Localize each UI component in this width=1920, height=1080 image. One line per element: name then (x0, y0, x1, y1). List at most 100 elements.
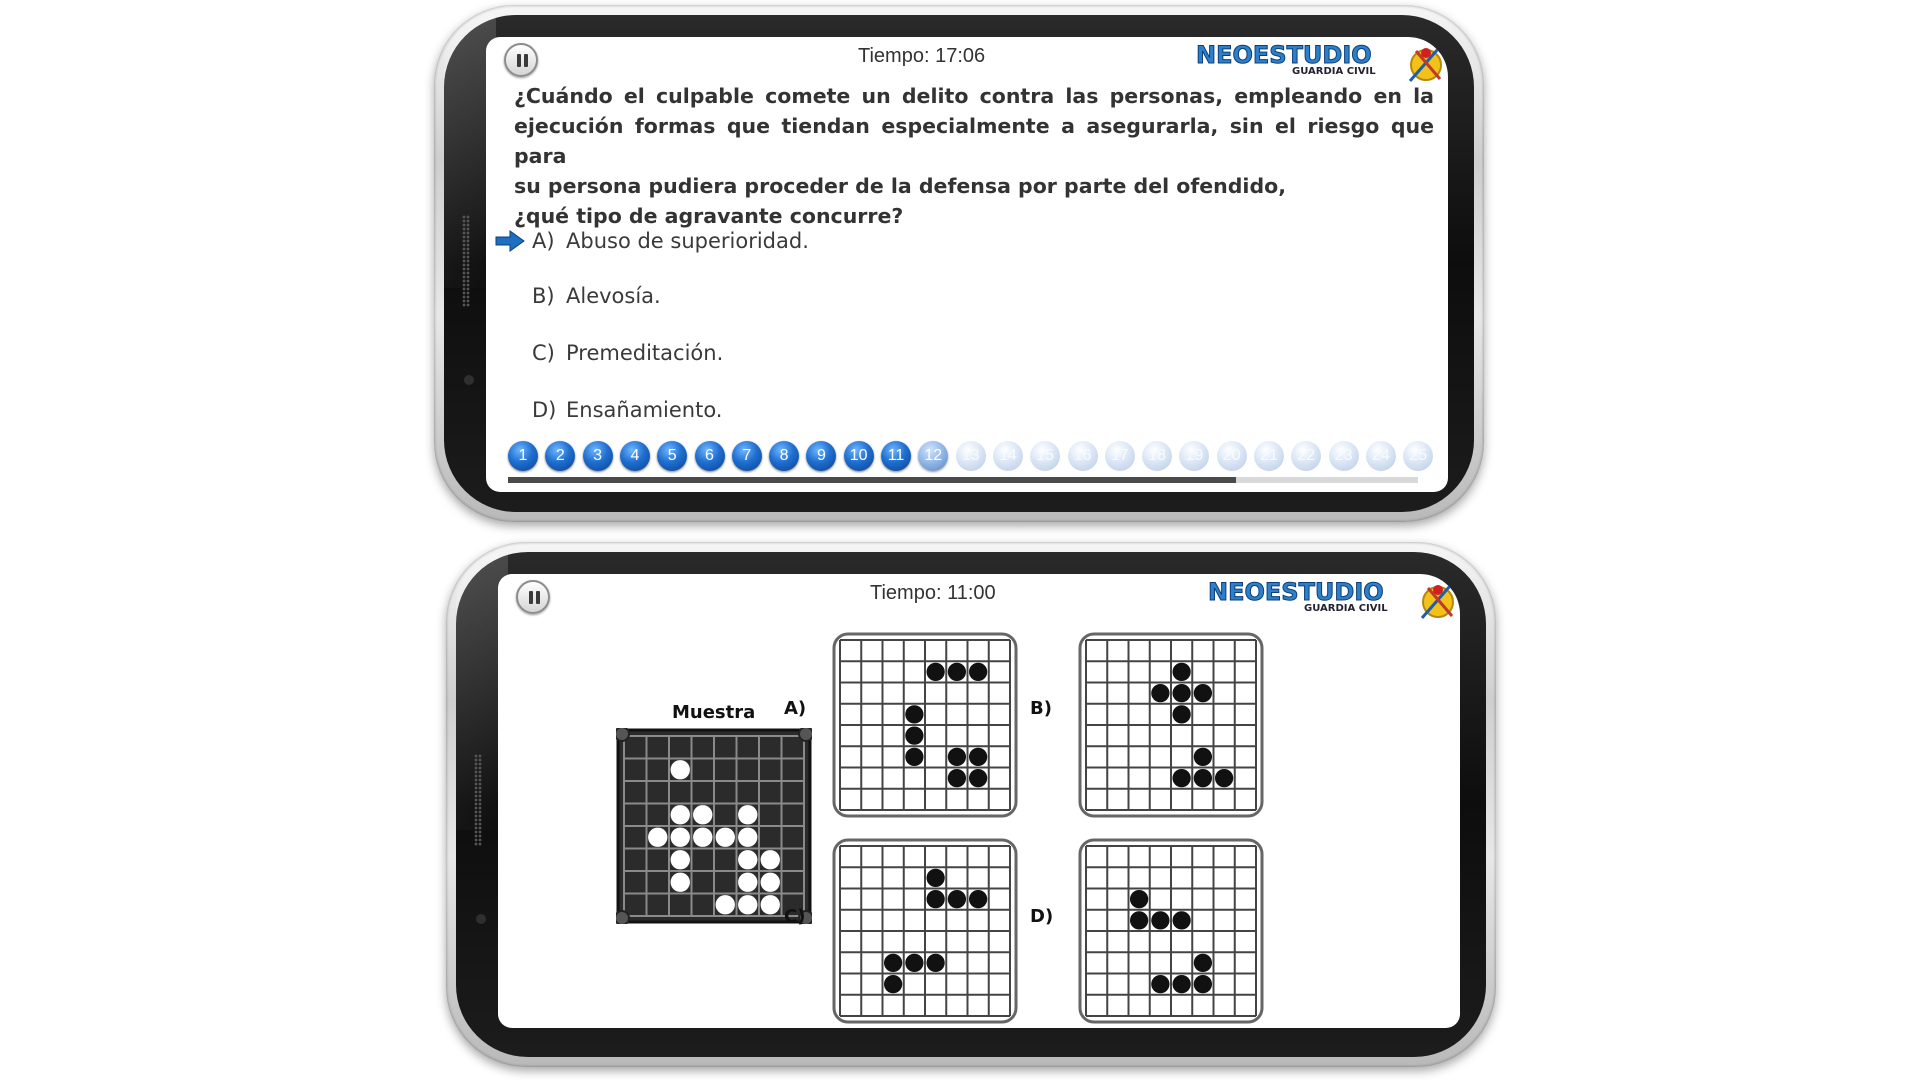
option-board-c[interactable] (832, 838, 1018, 1024)
board-dot (715, 827, 735, 847)
option-board-d[interactable] (1078, 838, 1264, 1024)
board-dot (947, 747, 967, 767)
board-dot (670, 760, 690, 780)
question-number-20[interactable]: 20 (1216, 441, 1247, 471)
question-line: ¿qué tipo de agravante concurre? (514, 204, 904, 228)
answer-option-c[interactable]: C) Premeditación. (532, 341, 723, 365)
question-number-6[interactable]: 6 (694, 441, 725, 471)
board-dot (1193, 768, 1213, 788)
board-dot (738, 850, 758, 870)
question-number-14[interactable]: 14 (992, 441, 1023, 471)
board-dot (715, 895, 735, 915)
answer-letter: B) (532, 284, 555, 308)
question-number-7[interactable]: 7 (731, 441, 762, 471)
question-number-16[interactable]: 16 (1067, 441, 1098, 471)
board-dot (883, 953, 903, 973)
board-dot (738, 895, 758, 915)
timer-label: Tiempo: (870, 582, 942, 604)
corner-bolt-icon (616, 728, 630, 742)
logo-subtitle: GUARDIA CIVIL (1304, 603, 1388, 614)
emblem-icon (1408, 48, 1442, 82)
timer: Tiempo: 17:06 (858, 45, 985, 68)
question-number-24[interactable]: 24 (1365, 441, 1396, 471)
question-number-13[interactable]: 13 (955, 441, 986, 471)
question-number-11[interactable]: 11 (881, 441, 911, 471)
option-board-a[interactable] (832, 632, 1018, 818)
board-dot (760, 872, 780, 892)
question-number-10[interactable]: 10 (843, 441, 874, 471)
board-dot (905, 705, 924, 724)
progress-track (508, 477, 1418, 483)
question-number-3[interactable]: 3 (582, 441, 613, 471)
question-number-15[interactable]: 15 (1030, 441, 1061, 471)
board-dot (738, 805, 758, 825)
timer-value: 17:06 (935, 45, 986, 67)
option-board-b[interactable] (1078, 632, 1264, 818)
board-dot (1172, 911, 1191, 930)
board-dot (1172, 768, 1191, 788)
answer-letter: C) (532, 341, 555, 365)
board-dot (883, 974, 903, 994)
question-number-12[interactable]: 12 (918, 441, 949, 471)
board-dot (926, 662, 945, 682)
timer-value: 11:00 (947, 582, 996, 604)
board-dot (926, 868, 945, 888)
progress-track-fill (508, 477, 1236, 483)
answer-option-a[interactable]: A) Abuso de superioridad. (532, 229, 809, 253)
question-number-5[interactable]: 5 (657, 441, 688, 471)
board-dot (760, 850, 780, 870)
question-number-8[interactable]: 8 (769, 441, 800, 471)
board-dot (1193, 747, 1213, 767)
answer-text: Ensañamiento. (566, 398, 723, 422)
board-dot (947, 889, 967, 909)
answer-letter: D) (532, 398, 557, 422)
board-dot (926, 953, 945, 973)
question-number-18[interactable]: 18 (1142, 441, 1173, 471)
board-dot (1172, 974, 1191, 994)
question-number-25[interactable]: 25 (1403, 441, 1434, 471)
question-number-1[interactable]: 1 (508, 441, 538, 471)
logo-title: NEOESTUDIO (1196, 41, 1373, 70)
sample-title: Muestra (672, 702, 756, 723)
board-dot (648, 827, 668, 847)
pause-button[interactable] (516, 580, 550, 614)
answer-option-d[interactable]: D) Ensañamiento. (532, 398, 722, 422)
quiz-screen: Tiempo: 17:06 NEOESTUDIO GUARDIA CIVIL ¿… (486, 37, 1448, 492)
answer-letter: A) (532, 229, 555, 253)
board-dot (1193, 953, 1213, 973)
phone-frame-quiz: Tiempo: 17:06 NEOESTUDIO GUARDIA CIVIL ¿… (434, 5, 1484, 522)
board-dot (1129, 911, 1149, 930)
board-dot (1214, 768, 1234, 788)
option-label-c: C) (784, 906, 806, 927)
board-dot (905, 953, 924, 973)
board-dot (1151, 911, 1170, 930)
question-number-9[interactable]: 9 (806, 441, 837, 471)
question-number-2[interactable]: 2 (545, 441, 576, 471)
board-dot (947, 662, 967, 682)
sample-board (616, 728, 812, 924)
board-dot (1172, 662, 1191, 682)
board-dot (926, 889, 945, 909)
option-label-a: A) (784, 698, 807, 719)
pause-button[interactable] (504, 43, 538, 77)
question-number-23[interactable]: 23 (1328, 441, 1359, 471)
board-dot (905, 726, 924, 745)
board-dot (947, 768, 967, 788)
question-number-22[interactable]: 22 (1291, 441, 1322, 471)
logo-subtitle: GUARDIA CIVIL (1292, 66, 1376, 77)
board-dot (738, 872, 758, 892)
option-label-d: D) (1030, 906, 1054, 927)
board-dot (968, 768, 988, 788)
question-number-21[interactable]: 21 (1254, 441, 1284, 471)
question-number-17[interactable]: 17 (1104, 441, 1135, 471)
board-dot (1129, 889, 1149, 909)
answer-option-b[interactable]: B) Alevosía. (532, 284, 661, 308)
selected-arrow-icon (495, 230, 525, 252)
phone-frame-puzzle: Tiempo: 11:00 NEOESTUDIO GUARDIA CIVIL M… (446, 542, 1496, 1067)
answer-text: Alevosía. (566, 284, 661, 308)
board-dot (670, 872, 690, 892)
corner-bolt-icon (798, 728, 812, 742)
option-label-b: B) (1030, 698, 1052, 719)
question-number-4[interactable]: 4 (619, 441, 650, 471)
question-number-19[interactable]: 19 (1179, 441, 1210, 471)
